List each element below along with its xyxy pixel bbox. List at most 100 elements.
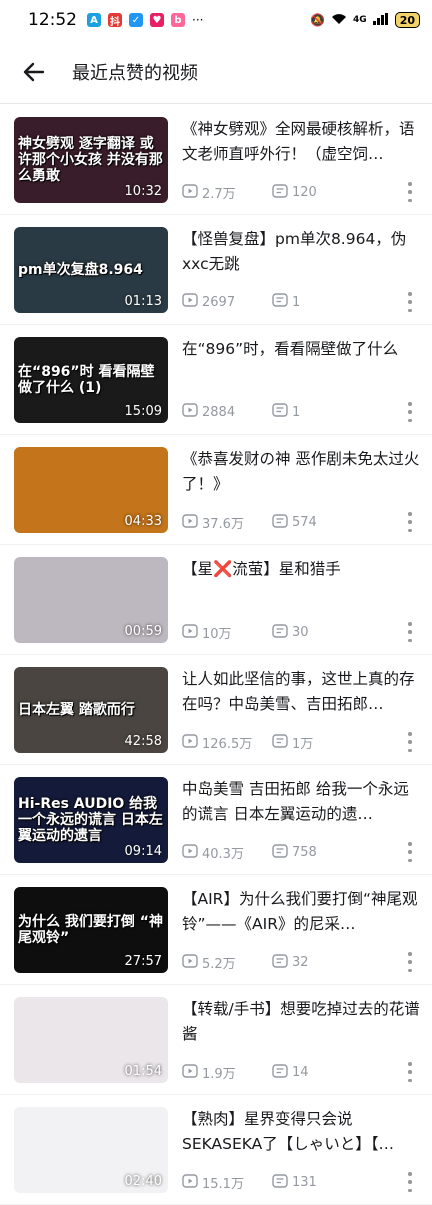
more-dot-icon: [408, 952, 412, 956]
back-button[interactable]: [18, 56, 50, 88]
app-notification-icon: 抖: [108, 13, 122, 28]
video-duration: 02:40: [124, 1174, 162, 1189]
more-options-button[interactable]: [400, 509, 420, 535]
battery-icon: 20: [394, 12, 420, 28]
video-duration: 15:09: [124, 404, 162, 419]
more-dot-icon: [408, 842, 412, 846]
video-title[interactable]: 【熟肉】星界变得只会说SEKASEKA了【しゃいと】【…: [182, 1107, 420, 1157]
more-options-button[interactable]: [400, 729, 420, 755]
danmaku-count-icon: [272, 513, 288, 532]
video-duration: 04:33: [124, 514, 162, 529]
more-dot-icon: [408, 182, 412, 186]
video-list-item[interactable]: 02:40 【熟肉】星界变得只会说SEKASEKA了【しゃいと】【… 15.1万…: [0, 1095, 432, 1205]
more-options-button[interactable]: [400, 289, 420, 315]
more-options-button[interactable]: [400, 839, 420, 865]
video-duration: 00:59: [124, 624, 162, 639]
video-list-item[interactable]: pm单次复盘8.964 01:13 【怪兽复盘】pm单次8.964，伪xxc无跳…: [0, 215, 432, 325]
comment-count: 1万: [292, 737, 314, 752]
video-title[interactable]: 【星❌流萤】星和猎手: [182, 557, 420, 582]
thumbnail-caption: 为什么 我们要打倒 “神尾观铃”: [18, 913, 163, 946]
video-list-item[interactable]: 04:33 《恭喜发财の神 恶作剧未免太过火了！》 37.6万 574: [0, 435, 432, 545]
comment-count: 32: [292, 955, 309, 970]
danmaku-count-icon: [272, 1063, 288, 1082]
comment-count: 1: [292, 404, 301, 420]
video-thumbnail[interactable]: 神女劈观 逐字翻译 或许那个小女孩 并没有那么勇敢 10:32: [14, 117, 168, 203]
video-title[interactable]: 【怪兽复盘】pm单次8.964，伪xxc无跳: [182, 227, 420, 277]
signal-icon: [372, 12, 389, 28]
video-title[interactable]: 【转载/手书】想要吃掉过去的花谱酱: [182, 997, 420, 1047]
more-options-button[interactable]: [400, 619, 420, 645]
video-stats: 126.5万 1万: [182, 733, 313, 752]
video-stats: 5.2万 32: [182, 953, 309, 972]
video-list-item[interactable]: 神女劈观 逐字翻译 或许那个小女孩 并没有那么勇敢 10:32 《神女劈观》全网…: [0, 105, 432, 215]
video-list-item[interactable]: 日本左翼 踏歌而行 42:58 让人如此坚信的事，这世上真的存在吗？中岛美雪、吉…: [0, 655, 432, 765]
video-list-item[interactable]: 为什么 我们要打倒 “神尾观铃” 27:57 【AIR】为什么我们要打倒“神尾观…: [0, 875, 432, 985]
video-thumbnail[interactable]: Hi-Res AUDIO 给我一个永远的谎言 日本左翼运动的遗言 09:14: [14, 777, 168, 863]
view-count: 1.9万: [202, 1067, 236, 1082]
video-stats: 40.3万 758: [182, 843, 317, 862]
video-title[interactable]: 《恭喜发财の神 恶作剧未免太过火了！》: [182, 447, 420, 497]
video-title[interactable]: 让人如此坚信的事，这世上真的存在吗？中岛美雪、吉田拓郎…: [182, 667, 420, 717]
play-count-icon: [182, 513, 198, 532]
danmaku-count-icon: [272, 293, 288, 311]
play-count-icon: [182, 293, 198, 311]
video-stats: 2.7万 120: [182, 183, 317, 202]
video-list-item[interactable]: Hi-Res AUDIO 给我一个永远的谎言 日本左翼运动的遗言 09:14 中…: [0, 765, 432, 875]
view-count: 2.7万: [202, 187, 236, 202]
more-options-button[interactable]: [400, 949, 420, 975]
video-stats: 15.1万 131: [182, 1173, 317, 1192]
view-count: 37.6万: [202, 517, 244, 532]
danmaku-count-icon: [272, 403, 288, 421]
play-count-icon: [182, 1173, 198, 1192]
video-thumbnail[interactable]: 00:59: [14, 557, 168, 643]
video-stats: 1.9万 14: [182, 1063, 309, 1082]
video-thumbnail[interactable]: 在“896”时 看看隔壁做了什么 (1) 15:09: [14, 337, 168, 423]
comment-count: 120: [292, 185, 317, 200]
view-count: 5.2万: [202, 957, 236, 972]
video-title[interactable]: 《神女劈观》全网最硬核解析，语文老师直呼外行！（虚空饲…: [182, 117, 420, 167]
play-count-icon: [182, 953, 198, 972]
view-count: 126.5万: [202, 737, 253, 752]
status-indicators: 🔕 4G 20: [310, 12, 420, 28]
wifi-icon: [331, 13, 347, 28]
video-thumbnail[interactable]: 为什么 我们要打倒 “神尾观铃” 27:57: [14, 887, 168, 973]
arrow-left-icon: [23, 62, 45, 81]
video-thumbnail[interactable]: 01:54: [14, 997, 168, 1083]
app-notification-icon: ✓: [129, 13, 143, 27]
more-dot-icon: [408, 622, 412, 626]
thumbnail-caption: 在“896”时 看看隔壁做了什么 (1): [18, 363, 155, 396]
thumbnail-caption: Hi-Res AUDIO 给我一个永远的谎言 日本左翼运动的遗言: [18, 795, 163, 845]
more-dot-icon: [408, 732, 412, 736]
play-count-icon: [182, 183, 198, 202]
view-count: 15.1万: [202, 1177, 244, 1192]
comment-count: 131: [292, 1175, 317, 1190]
more-dot-icon: [408, 512, 412, 516]
thumbnail-caption: 日本左翼 踏歌而行: [18, 701, 135, 718]
video-title[interactable]: 中岛美雪 吉田拓郎 给我一个永远的谎言 日本左翼运动的遗…: [182, 777, 420, 827]
more-options-button[interactable]: [400, 179, 420, 205]
view-count: 2884: [202, 404, 236, 420]
view-count: 10万: [202, 627, 232, 642]
video-thumbnail[interactable]: 02:40: [14, 1107, 168, 1193]
status-time: 12:52: [28, 10, 77, 30]
more-dot-icon: [408, 1062, 412, 1066]
comment-count: 30: [292, 625, 309, 640]
video-duration: 10:32: [124, 184, 162, 199]
video-list-item[interactable]: 00:59 【星❌流萤】星和猎手 10万 30: [0, 545, 432, 655]
video-thumbnail[interactable]: pm单次复盘8.964 01:13: [14, 227, 168, 313]
video-list-item[interactable]: 在“896”时 看看隔壁做了什么 (1) 15:09 在“896”时，看看隔壁做…: [0, 325, 432, 435]
video-list-item[interactable]: 01:54 【转载/手书】想要吃掉过去的花谱酱 1.9万 14: [0, 985, 432, 1095]
video-thumbnail[interactable]: 04:33: [14, 447, 168, 533]
video-thumbnail[interactable]: 日本左翼 踏歌而行 42:58: [14, 667, 168, 753]
danmaku-count-icon: [272, 843, 288, 862]
more-options-button[interactable]: [400, 1059, 420, 1085]
more-options-button[interactable]: [400, 1169, 420, 1195]
play-count-icon: [182, 623, 198, 642]
thumbnail-caption: pm单次复盘8.964: [18, 261, 143, 278]
video-title[interactable]: 【AIR】为什么我们要打倒“神尾观铃”——《AIR》的尼采…: [182, 887, 420, 937]
app-notification-icon: ♥: [150, 13, 164, 27]
danmaku-count-icon: [272, 1173, 288, 1192]
video-title[interactable]: 在“896”时，看看隔壁做了什么: [182, 337, 420, 362]
more-options-button[interactable]: [400, 399, 420, 425]
video-stats: 2884 1: [182, 403, 300, 421]
